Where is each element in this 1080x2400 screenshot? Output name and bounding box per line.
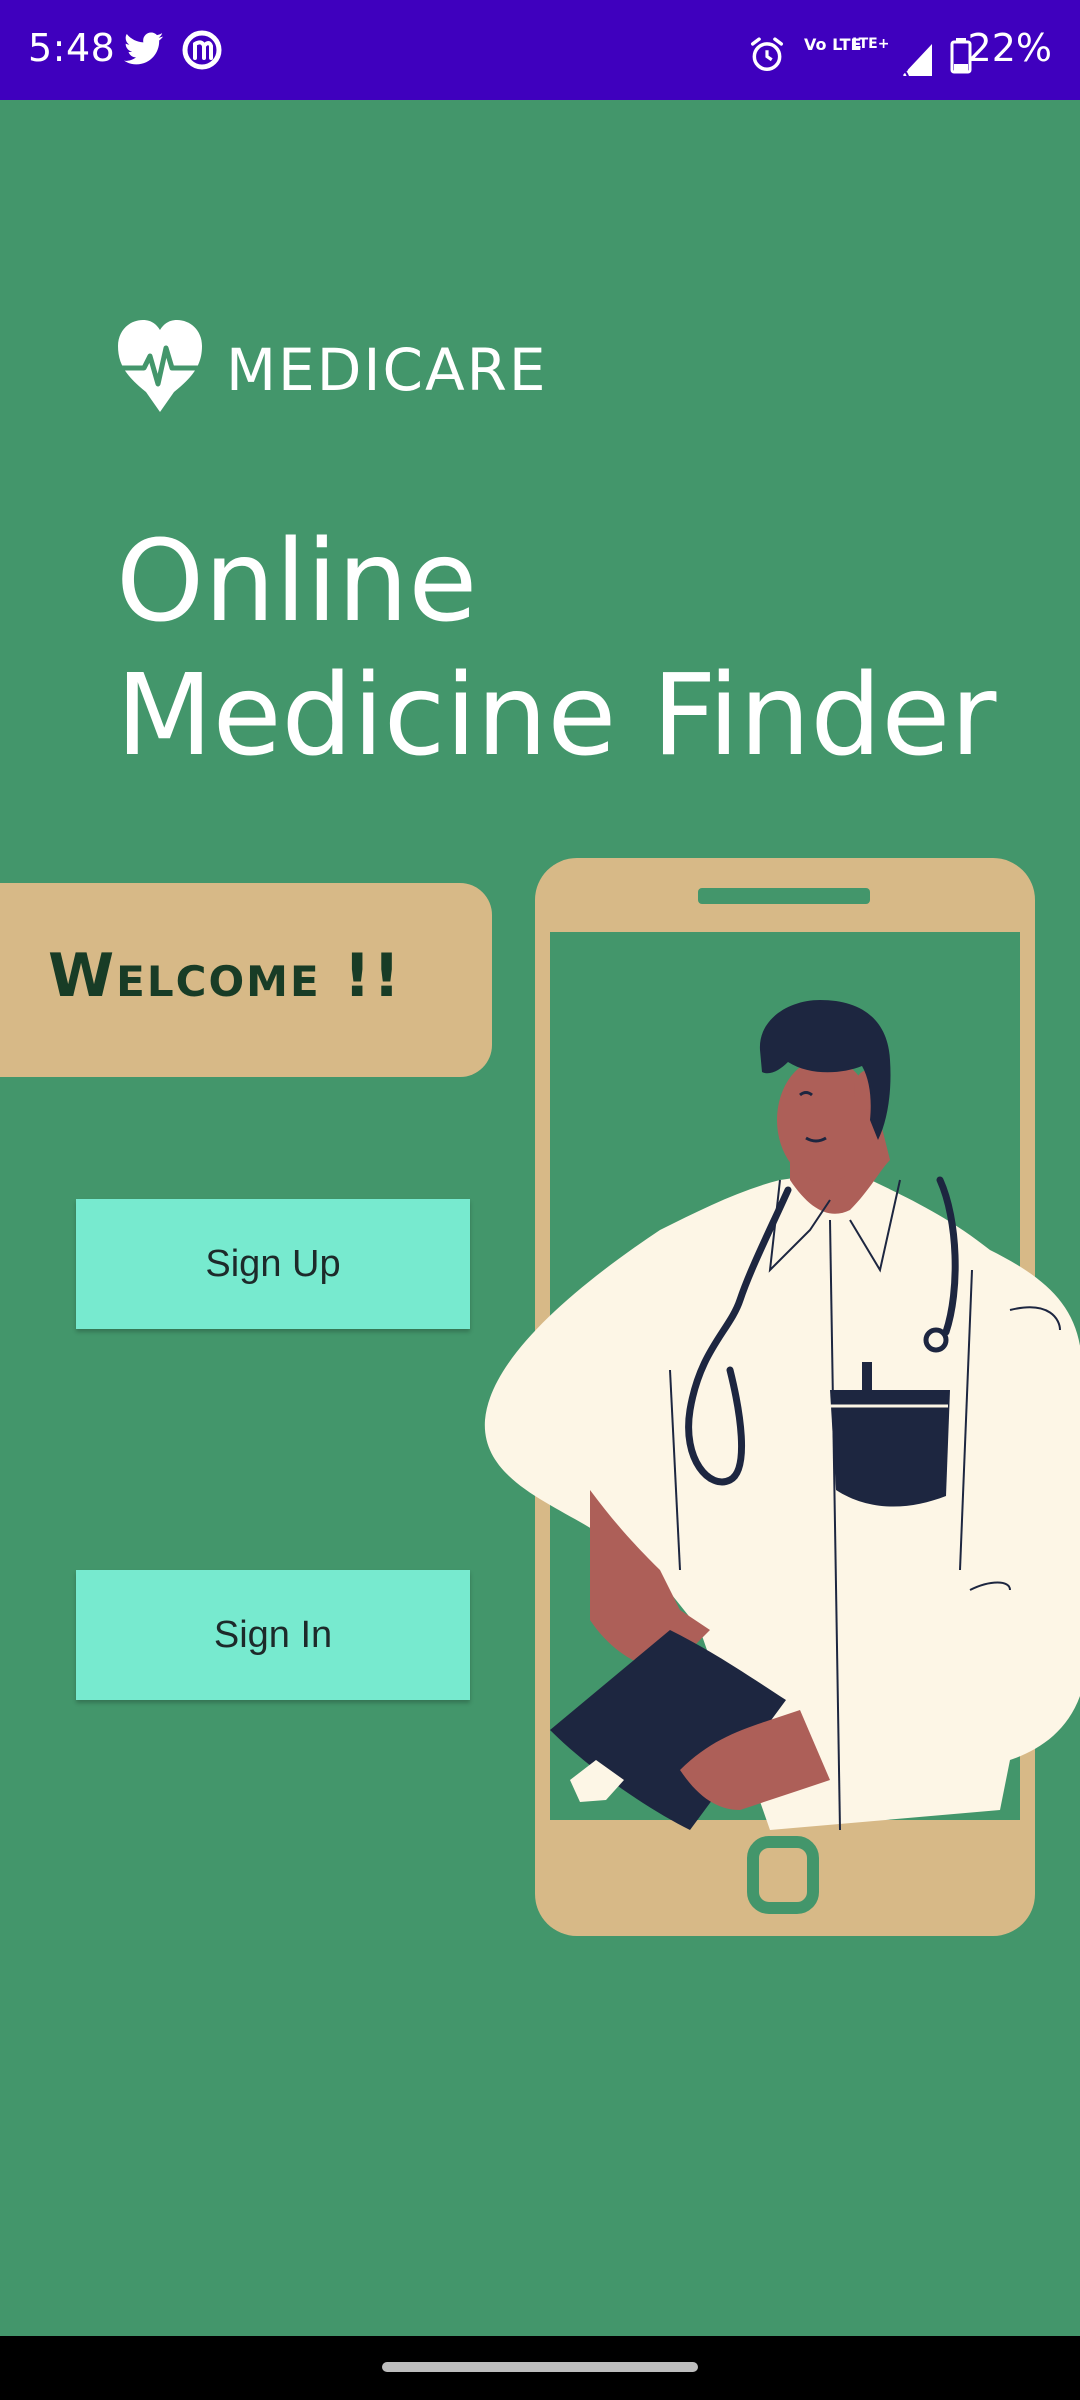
svg-text:R: R bbox=[900, 65, 909, 78]
twitter-icon bbox=[124, 32, 164, 70]
phone-speaker bbox=[698, 888, 870, 904]
app-logo: MEDICARE bbox=[116, 318, 546, 418]
doctor-phone-illustration bbox=[484, 858, 1080, 1936]
sign-up-button[interactable]: Sign Up bbox=[76, 1199, 470, 1329]
headline-line-1: Online bbox=[116, 517, 478, 647]
home-gesture-handle[interactable] bbox=[382, 2362, 698, 2372]
alarm-icon bbox=[748, 36, 786, 78]
page-title: Online Medicine Finder bbox=[116, 515, 996, 783]
status-time: 5:48 bbox=[28, 26, 116, 70]
navigation-bar bbox=[0, 2336, 1080, 2400]
heart-pulse-icon bbox=[118, 320, 202, 412]
app-notification-icon bbox=[182, 30, 222, 74]
battery-percentage: 22% bbox=[967, 26, 1052, 70]
pen bbox=[862, 1362, 872, 1396]
status-bar: 5:48 Vo LTE LTE+ R 22% bbox=[0, 0, 1080, 100]
lte-signal-icon: LTE+ R bbox=[852, 34, 934, 82]
welcome-card: Welcome !! bbox=[0, 883, 492, 1077]
logo-text: MEDICARE bbox=[226, 336, 548, 404]
headline-line-2: Medicine Finder bbox=[116, 651, 997, 781]
sign-in-button[interactable]: Sign In bbox=[76, 1570, 470, 1700]
stethoscope-chest-piece bbox=[923, 1327, 949, 1353]
welcome-text: Welcome !! bbox=[48, 941, 403, 1011]
svg-text:LTE+: LTE+ bbox=[852, 36, 889, 52]
